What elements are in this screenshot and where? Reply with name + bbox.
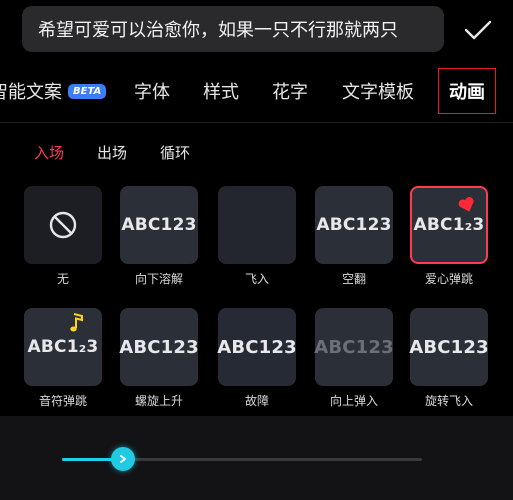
preview-text: ABC123 (121, 215, 197, 235)
subtab-out[interactable]: 出场 (97, 142, 127, 163)
animation-label: 空翻 (341, 272, 366, 286)
check-icon (464, 20, 492, 40)
divider (0, 122, 513, 123)
heart-icon (458, 197, 474, 212)
tab-label: 花字 (272, 82, 308, 103)
tab-label: 智能文案 (0, 82, 62, 103)
animation-preview: ABC123 (314, 308, 394, 386)
animation-item-glitch[interactable]: ABC123 故障 (217, 308, 297, 409)
preview-text: ABC123 (316, 215, 392, 235)
animation-item-bounce-up[interactable]: ABC123 向上弹入 (314, 308, 394, 409)
animation-preview: ABC123 (409, 308, 489, 386)
animation-label: 音符弹跳 (38, 394, 87, 408)
tab-font[interactable]: 字体 (134, 66, 170, 116)
tab-label: 字体 (134, 82, 170, 103)
animation-item-heart-bounce[interactable]: ABC1₂3 爱心弹跳 (410, 186, 488, 287)
animation-preview (24, 186, 102, 264)
animation-preview: ABC123 (315, 186, 393, 264)
animation-label: 无 (56, 272, 69, 286)
preview-text: ABC123 (314, 336, 394, 358)
animation-item-fly-in[interactable]: 飞入 (218, 186, 296, 287)
tab-label: 动画 (449, 82, 485, 103)
duration-slider-thumb[interactable] (111, 447, 136, 471)
animation-item-none[interactable]: 无 (24, 186, 102, 287)
subtab-in[interactable]: 入场 (34, 142, 64, 163)
preview-text: ABC123 (119, 336, 199, 358)
animation-item-flip[interactable]: ABC123 空翻 (315, 186, 393, 287)
tab-label: 文字模板 (342, 82, 414, 103)
animation-item-dissolve-down[interactable]: ABC123 向下溶解 (120, 186, 198, 287)
preview-text: ABC1₂3 (27, 337, 99, 357)
tab-style[interactable]: 样式 (203, 66, 239, 116)
preview-text: ABC123 (409, 336, 489, 358)
chevron-right-icon (120, 455, 127, 463)
beta-badge: BETA (68, 83, 107, 99)
tab-fancy-text[interactable]: 花字 (272, 66, 308, 116)
tab-animation[interactable]: 动画 (438, 68, 496, 114)
subtab-loop[interactable]: 循环 (160, 142, 190, 163)
tab-label: 样式 (203, 82, 239, 103)
animation-label: 向下溶解 (134, 272, 183, 286)
animation-label: 飞入 (244, 272, 269, 286)
animation-preview: ABC123 (120, 186, 198, 264)
animation-label: 旋转飞入 (424, 394, 473, 408)
animation-label: 向上弹入 (329, 394, 378, 408)
animation-preview: ABC1₂3 (24, 308, 102, 386)
no-symbol-icon (49, 211, 77, 239)
animation-item-spin-fly-in[interactable]: ABC123 旋转飞入 (409, 308, 489, 409)
tab-bar: 智能文案 BETA 字体 样式 花字 文字模板 动画 (0, 66, 513, 116)
animation-item-spiral-up[interactable]: ABC123 螺旋上升 (119, 308, 199, 409)
tab-smart-copy[interactable]: 智能文案 BETA (0, 66, 107, 116)
confirm-button[interactable] (462, 14, 494, 46)
animation-preview: ABC1₂3 (410, 186, 488, 264)
music-note-icon (70, 313, 83, 332)
animation-label: 螺旋上升 (134, 394, 183, 408)
text-input-value: 希望可爱可以治愈你，如果一只不行那就两只 (38, 20, 398, 41)
preview-text: ABC123 (217, 336, 297, 358)
animation-label: 爱心弹跳 (424, 272, 473, 286)
animation-label: 故障 (244, 394, 269, 408)
animation-preview: ABC123 (217, 308, 297, 386)
text-input[interactable]: 希望可爱可以治愈你，如果一只不行那就两只 (22, 6, 444, 52)
animation-item-note-bounce[interactable]: ABC1₂3 音符弹跳 (24, 308, 102, 409)
preview-text: ABC1₂3 (413, 215, 485, 235)
animation-preview: ABC123 (119, 308, 199, 386)
animation-preview (218, 186, 296, 264)
tab-text-template[interactable]: 文字模板 (342, 66, 414, 116)
